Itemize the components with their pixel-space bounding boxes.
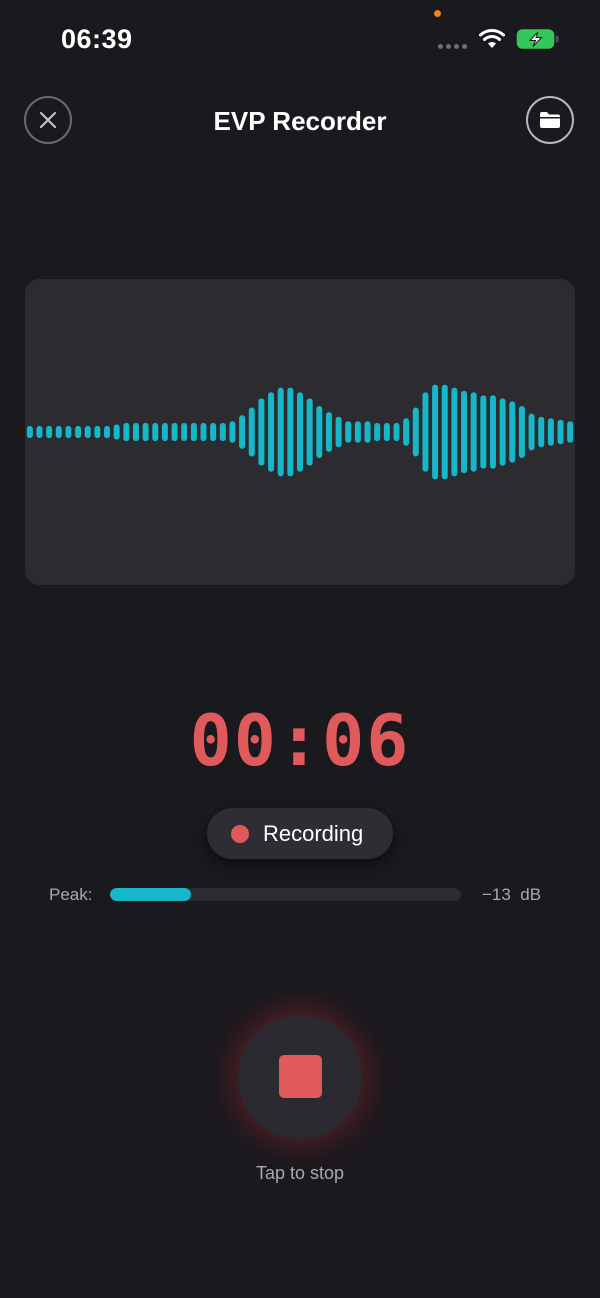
waveform-bar [55, 425, 62, 439]
waveform-bar [181, 422, 188, 442]
recording-dot-icon [231, 825, 249, 843]
elapsed-timer: 00:06 [189, 700, 411, 782]
waveform-bar [142, 422, 149, 442]
waveform-bar [200, 422, 207, 442]
waveform-bar [219, 422, 226, 442]
recordings-folder-button[interactable] [526, 96, 574, 144]
waveform-bar [268, 392, 275, 472]
waveform-bar [345, 421, 352, 443]
waveform-bar [277, 387, 284, 477]
waveform-visualizer [26, 384, 574, 480]
waveform-bar [518, 405, 525, 459]
waveform-bar [451, 387, 458, 477]
waveform-bar [132, 422, 139, 442]
waveform-bar [258, 398, 265, 466]
waveform-bar [229, 421, 236, 443]
waveform-bar [374, 422, 381, 442]
waveform-bar [190, 422, 197, 442]
stop-icon [279, 1055, 322, 1098]
waveform-bar [383, 422, 390, 442]
waveform-bar [306, 398, 313, 466]
waveform-bar [113, 424, 120, 440]
waveform-bar [335, 416, 342, 448]
battery-charging-icon [516, 29, 559, 49]
waveform-bar [538, 416, 545, 448]
recording-status-badge: Recording [207, 808, 393, 859]
peak-value: −13 dB [482, 885, 542, 904]
wifi-icon [479, 29, 505, 48]
waveform-bar [528, 413, 535, 451]
waveform-bar [364, 421, 371, 443]
waveform-bar [480, 395, 487, 469]
stop-caption: Tap to stop [255, 1163, 345, 1183]
waveform-bar [65, 425, 72, 439]
waveform-bar [104, 425, 111, 439]
waveform-bar [210, 422, 217, 442]
waveform-bar [316, 405, 323, 459]
cellular-signal-icon [438, 44, 468, 50]
waveform-bar [441, 384, 448, 480]
waveform-bar [287, 387, 294, 477]
waveform-bar [325, 412, 332, 452]
waveform-bar [171, 422, 178, 442]
waveform-bar [75, 425, 82, 439]
status-time: 06:39 [61, 24, 133, 54]
waveform-bar [239, 415, 246, 449]
waveform-bar [94, 425, 101, 439]
waveform-bar [152, 422, 159, 442]
recording-status-label: Recording [263, 821, 364, 846]
waveform-bar [403, 418, 410, 446]
waveform-bar [489, 395, 496, 469]
waveform-bar [297, 392, 303, 472]
waveform-bar [432, 384, 439, 480]
waveform-bar [26, 425, 33, 439]
folder-icon [540, 112, 560, 128]
waveform-bar [123, 422, 130, 442]
waveform-bar [46, 425, 53, 439]
waveform-bar [412, 407, 419, 457]
waveform-bar [248, 407, 255, 457]
waveform-bar [36, 425, 43, 439]
waveform-bar [354, 421, 361, 443]
stop-button[interactable] [238, 1015, 362, 1139]
waveform-bar [84, 425, 91, 439]
waveform-bar [461, 390, 468, 474]
waveform-bar [470, 392, 477, 472]
page-title: EVP Recorder [213, 106, 387, 136]
peak-label: Peak: [49, 885, 93, 904]
peak-meter-track [110, 888, 461, 901]
waveform-bar [393, 422, 400, 442]
peak-meter-fill [110, 888, 191, 901]
waveform-bar [567, 421, 574, 443]
waveform-bar [509, 401, 516, 463]
waveform-bar [557, 419, 564, 445]
waveform-bar [422, 392, 429, 472]
waveform-bar [547, 418, 554, 446]
privacy-indicator-dot [434, 10, 441, 17]
evp-recorder-screen: 06:39 EVP Recorder 00:06 Recording Peak: [0, 0, 600, 1298]
waveform-bar [161, 422, 168, 442]
waveform-bar [499, 398, 506, 466]
